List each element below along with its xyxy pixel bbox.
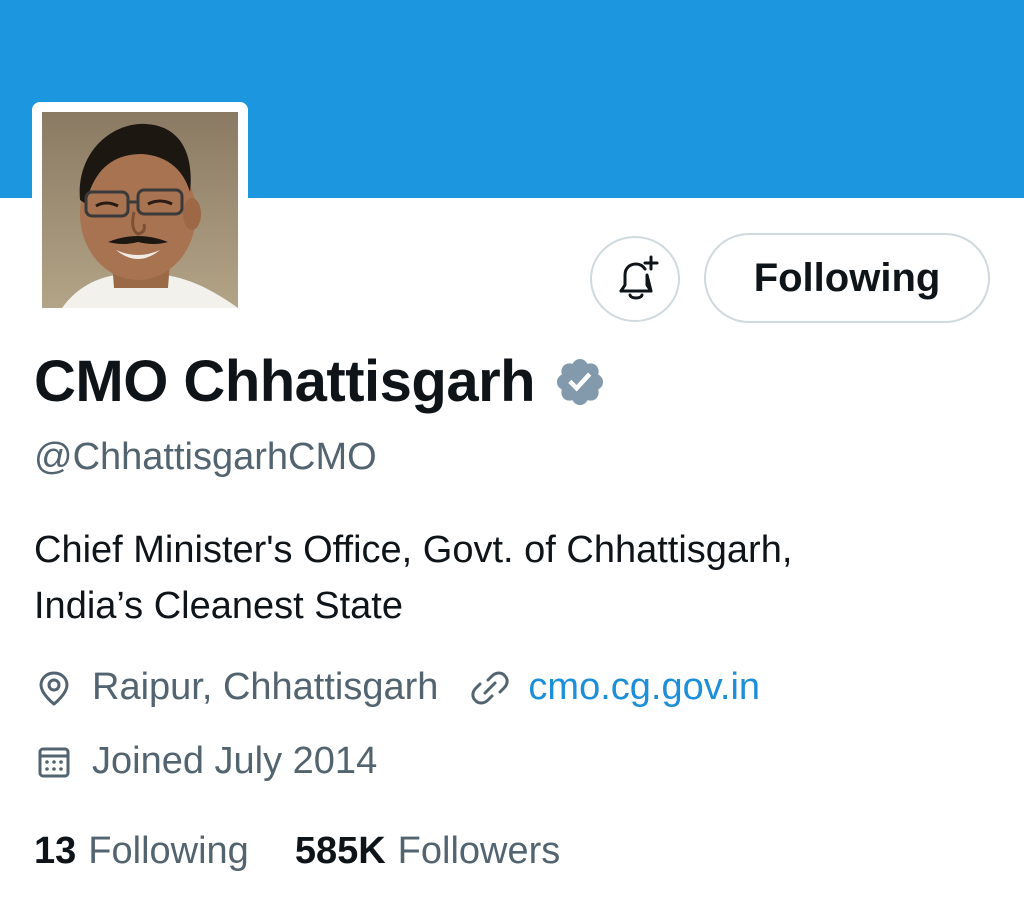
following-label: Following bbox=[88, 830, 249, 872]
following-count: 13 bbox=[34, 830, 77, 872]
profile-meta-row: Raipur, Chhattisgarh cmo.cg.gov.in bbox=[34, 666, 760, 709]
following-button[interactable]: Following bbox=[704, 233, 990, 323]
avatar-image bbox=[42, 112, 238, 308]
joined-item: Joined July 2014 bbox=[34, 740, 377, 783]
location-item: Raipur, Chhattisgarh bbox=[34, 666, 438, 709]
joined-text: Joined July 2014 bbox=[92, 740, 378, 782]
website-link[interactable]: cmo.cg.gov.in bbox=[470, 666, 760, 709]
verified-badge-icon[interactable] bbox=[553, 355, 607, 409]
profile-bio: Chief Minister's Office, Govt. of Chhatt… bbox=[34, 522, 994, 634]
link-icon bbox=[471, 671, 510, 704]
calendar-icon bbox=[38, 747, 70, 777]
display-name: CMO Chhattisgarh bbox=[34, 349, 536, 414]
location-pin-icon bbox=[39, 671, 69, 705]
bio-line: India’s Cleanest State bbox=[34, 585, 403, 627]
notifications-button[interactable] bbox=[590, 236, 680, 322]
following-stat[interactable]: 13 Following bbox=[34, 830, 249, 873]
profile-stats: 13 Following 585K Followers bbox=[34, 830, 560, 873]
followers-label: Followers bbox=[397, 830, 561, 872]
profile-name-row: CMO Chhattisgarh bbox=[34, 348, 607, 415]
followers-stat[interactable]: 585K Followers bbox=[295, 830, 560, 873]
bell-plus-icon bbox=[619, 255, 659, 300]
location-text: Raipur, Chhattisgarh bbox=[92, 666, 439, 708]
profile-meta-row: Joined July 2014 bbox=[34, 740, 377, 783]
followers-count: 585K bbox=[294, 830, 386, 872]
bio-line: Chief Minister's Office, Govt. of Chhatt… bbox=[34, 529, 793, 571]
avatar[interactable] bbox=[32, 102, 248, 318]
website-text[interactable]: cmo.cg.gov.in bbox=[528, 666, 760, 709]
profile-handle: @ChhattisgarhCMO bbox=[34, 436, 377, 478]
